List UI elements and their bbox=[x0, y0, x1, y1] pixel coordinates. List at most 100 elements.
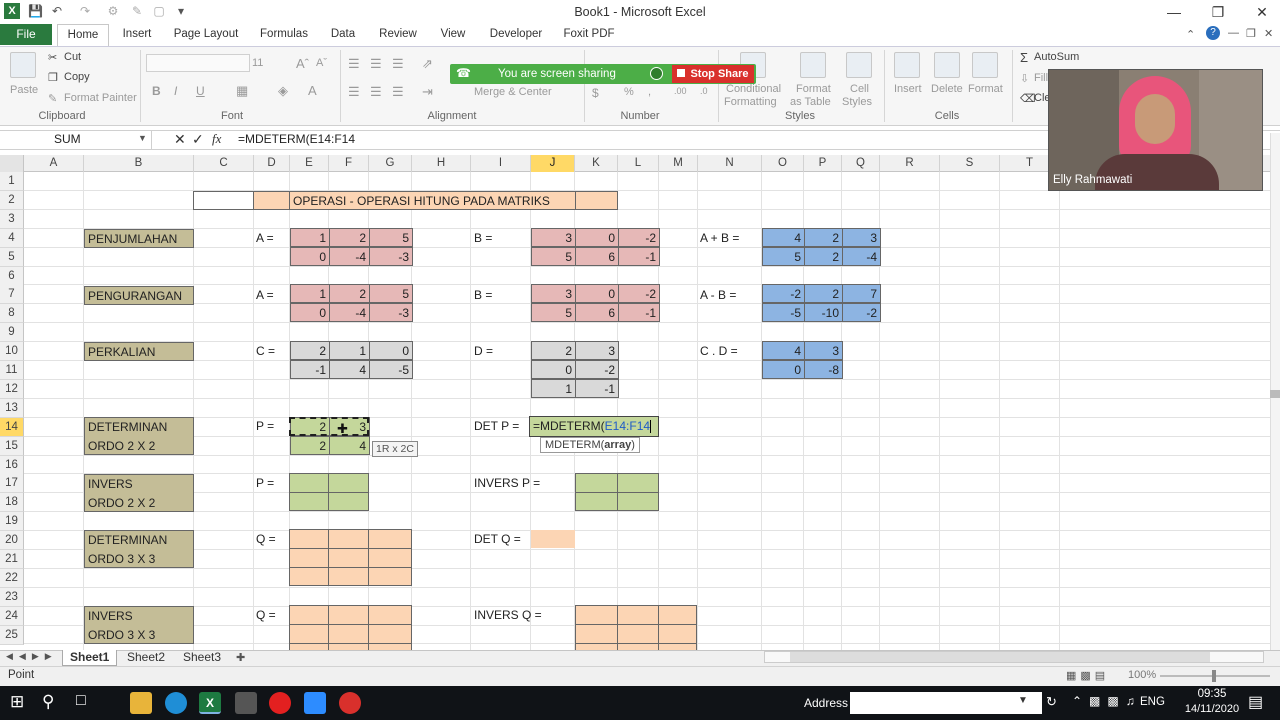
address-dropdown-icon[interactable]: ▼ bbox=[1018, 695, 1028, 706]
row-header-19[interactable]: 19 bbox=[0, 512, 24, 531]
currency-icon[interactable]: $ bbox=[592, 86, 599, 100]
zoom-app-icon[interactable] bbox=[304, 692, 326, 714]
borders-icon[interactable]: ▦ bbox=[236, 83, 248, 99]
matrix-a-minus-b-cell[interactable]: -5 bbox=[762, 303, 805, 322]
row-header-24[interactable]: 24 bbox=[0, 607, 24, 626]
matrix-c-cell[interactable]: 0 bbox=[369, 341, 413, 360]
matrix-b-cell[interactable]: 0 bbox=[575, 284, 619, 303]
matrix-p-cell[interactable]: 2 bbox=[290, 436, 330, 455]
clock-time[interactable]: 09:35 bbox=[1182, 688, 1242, 700]
section-perkalian[interactable]: PERKALIAN bbox=[84, 342, 194, 361]
section-determinan-2x2[interactable]: DETERMINAN ORDO 2 X 2 bbox=[84, 417, 194, 455]
format-table-label[interactable]: Format bbox=[796, 83, 831, 95]
ribbon-collapse-icon[interactable]: ⌃ bbox=[1186, 28, 1195, 41]
recorder-icon[interactable] bbox=[339, 692, 361, 714]
matrix-a-minus-b-cell[interactable]: 2 bbox=[804, 284, 843, 303]
matrix-a-plus-b-cell[interactable]: 4 bbox=[762, 228, 805, 247]
column-header-a[interactable]: A bbox=[24, 155, 84, 172]
row-header-14[interactable]: 14 bbox=[0, 418, 24, 437]
address-input[interactable] bbox=[850, 692, 1042, 714]
row-header-6[interactable]: 6 bbox=[0, 267, 24, 286]
fill-button[interactable]: Fill bbox=[1034, 72, 1048, 84]
column-header-e[interactable]: E bbox=[290, 155, 329, 172]
matrix-c-dot-d-cell[interactable]: -8 bbox=[804, 360, 843, 379]
row-header-4[interactable]: 4 bbox=[0, 229, 24, 248]
sheet-tab-sheet3[interactable]: Sheet3 bbox=[176, 650, 228, 666]
matrix-c-cell[interactable]: -1 bbox=[290, 360, 330, 379]
column-header-g[interactable]: G bbox=[369, 155, 412, 172]
cell-styles-icon[interactable] bbox=[846, 52, 872, 78]
section-invers-3x3[interactable]: INVERS ORDO 3 X 3 bbox=[84, 606, 194, 644]
row-header-8[interactable]: 8 bbox=[0, 304, 24, 323]
row-header-17[interactable]: 17 bbox=[0, 474, 24, 493]
matrix-c-cell[interactable]: 2 bbox=[290, 341, 330, 360]
minimize-icon[interactable]: — bbox=[1152, 0, 1196, 24]
matrix-b-cell[interactable]: -2 bbox=[618, 284, 660, 303]
matrix-invers-q-result[interactable] bbox=[575, 605, 697, 651]
matrix-b-cell[interactable]: -2 bbox=[618, 228, 660, 247]
fill-color-icon[interactable]: ◈ bbox=[278, 83, 288, 99]
name-box-dropdown-icon[interactable]: ▼ bbox=[138, 133, 147, 143]
tab-data[interactable]: Data bbox=[322, 24, 364, 46]
insert-function-icon[interactable]: fx bbox=[212, 131, 221, 147]
column-header-n[interactable]: N bbox=[698, 155, 762, 172]
matrix-a-cell[interactable]: 2 bbox=[329, 284, 370, 303]
column-header-l[interactable]: L bbox=[618, 155, 659, 172]
name-box[interactable]: SUM bbox=[0, 130, 152, 150]
autosum-icon[interactable]: Σ bbox=[1020, 50, 1028, 65]
row-header-12[interactable]: 12 bbox=[0, 380, 24, 399]
fill-icon[interactable]: ⇩ bbox=[1020, 72, 1029, 85]
matrix-b-cell[interactable]: 3 bbox=[531, 228, 576, 247]
matrix-d-cell[interactable]: 2 bbox=[531, 341, 576, 360]
column-header-m[interactable]: M bbox=[659, 155, 698, 172]
column-header-p[interactable]: P bbox=[804, 155, 842, 172]
matrix-p-inverse-input[interactable] bbox=[289, 473, 369, 511]
delete-cells-button[interactable]: Delete bbox=[931, 83, 963, 95]
comma-icon[interactable]: , bbox=[648, 86, 651, 98]
row-header-21[interactable]: 21 bbox=[0, 550, 24, 569]
matrix-a-cell[interactable]: 1 bbox=[290, 228, 330, 247]
doc-minimize-icon[interactable]: — bbox=[1228, 27, 1239, 39]
column-header-d[interactable]: D bbox=[254, 155, 290, 172]
matrix-q-det-input[interactable] bbox=[289, 529, 412, 586]
matrix-b-cell[interactable]: 6 bbox=[575, 247, 619, 266]
sheet-tab-sheet1[interactable]: Sheet1 bbox=[62, 650, 118, 666]
tab-formulas[interactable]: Formulas bbox=[252, 24, 316, 46]
tab-developer[interactable]: Developer bbox=[484, 24, 548, 46]
view-mode-icons[interactable]: ▦▩▤ bbox=[1066, 669, 1109, 682]
matrix-a-minus-b-cell[interactable]: -2 bbox=[842, 303, 881, 322]
task-view-icon[interactable]: □ bbox=[76, 692, 86, 710]
row-header-1[interactable]: 1 bbox=[0, 172, 24, 191]
row-header-11[interactable]: 11 bbox=[0, 361, 24, 380]
matrix-q-inv-input[interactable] bbox=[289, 605, 412, 651]
column-header-i[interactable]: I bbox=[471, 155, 531, 172]
column-header-c[interactable]: C bbox=[194, 155, 254, 172]
matrix-a-cell[interactable]: -4 bbox=[329, 247, 370, 266]
tab-file[interactable]: File bbox=[0, 24, 52, 45]
align-top-icon[interactable]: ☰ bbox=[348, 56, 360, 72]
row-header-2[interactable]: 2 bbox=[0, 191, 24, 210]
matrix-a-minus-b-cell[interactable]: -10 bbox=[804, 303, 843, 322]
matrix-d-cell[interactable]: 0 bbox=[531, 360, 576, 379]
decrease-decimal-icon[interactable]: .0 bbox=[700, 86, 708, 96]
format-painter-button[interactable]: Format Painter bbox=[64, 92, 137, 104]
format-cells-icon[interactable] bbox=[972, 52, 998, 78]
align-left-icon[interactable]: ☰ bbox=[348, 84, 360, 100]
column-header-k[interactable]: K bbox=[575, 155, 618, 172]
percent-icon[interactable]: % bbox=[624, 86, 634, 98]
matrix-a-plus-b-cell[interactable]: 2 bbox=[804, 228, 843, 247]
matrix-a-cell[interactable]: -3 bbox=[369, 303, 413, 322]
address-go-icon[interactable]: ↻ bbox=[1046, 694, 1057, 710]
orientation-icon[interactable]: ⇗ bbox=[422, 56, 433, 72]
section-determinan-3x3[interactable]: DETERMINAN ORDO 3 X 3 bbox=[84, 530, 194, 568]
tray-icons[interactable]: ⌃▩▩♫ bbox=[1072, 694, 1142, 708]
tab-review[interactable]: Review bbox=[372, 24, 424, 46]
tab-view[interactable]: View bbox=[432, 24, 474, 46]
matrix-p-cell[interactable]: 2 bbox=[290, 417, 330, 436]
matrix-c-cell[interactable]: 4 bbox=[329, 360, 370, 379]
matrix-a-cell[interactable]: 5 bbox=[369, 284, 413, 303]
matrix-d-cell[interactable]: 3 bbox=[575, 341, 619, 360]
sheet-title[interactable]: OPERASI - OPERASI HITUNG PADA MATRIKS bbox=[289, 191, 576, 210]
matrix-c-dot-d-cell[interactable]: 3 bbox=[804, 341, 843, 360]
doc-close-icon[interactable]: ✕ bbox=[1264, 27, 1273, 40]
